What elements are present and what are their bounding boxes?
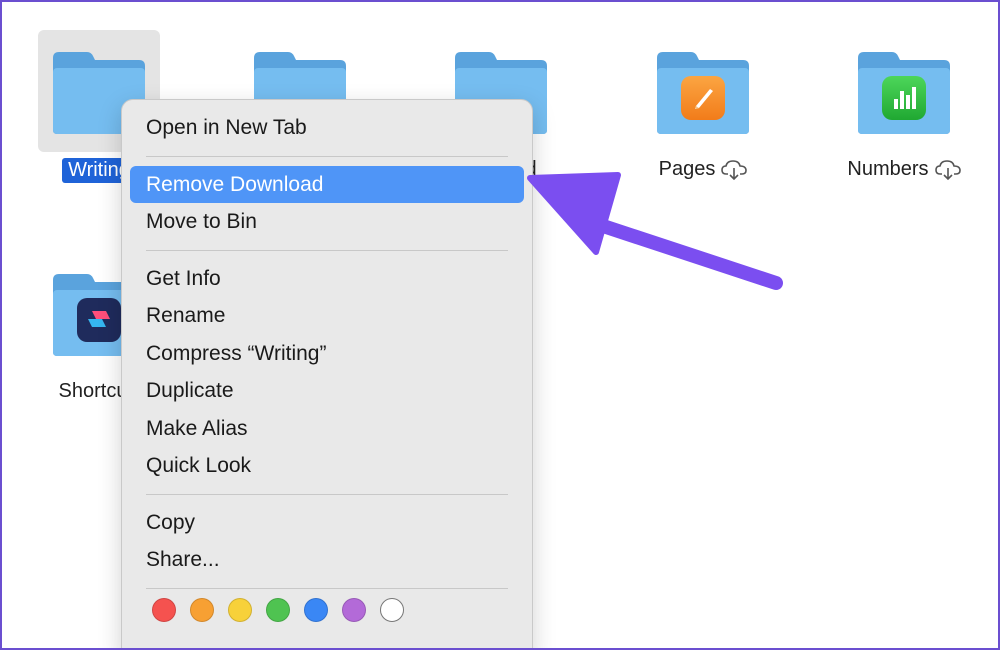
annotation-arrow: [527, 172, 783, 290]
